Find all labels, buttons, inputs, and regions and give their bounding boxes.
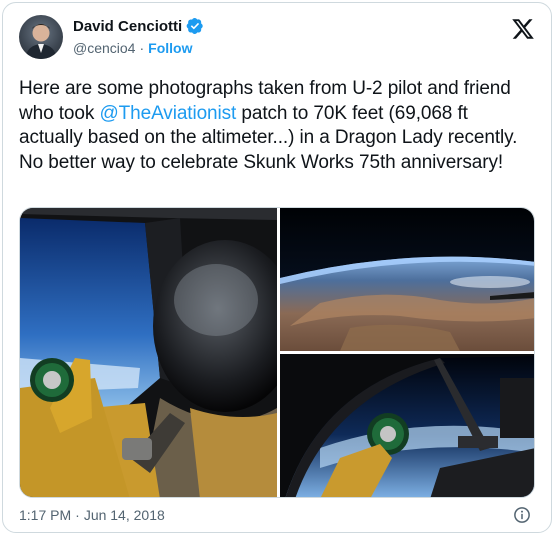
- mention-link[interactable]: @TheAviationist: [99, 103, 236, 124]
- tweet-card: David Cenciotti @cencio4 · Follow Here a…: [2, 2, 552, 533]
- cockpit-helmet-patch-photo[interactable]: [20, 208, 297, 498]
- tweet-date: Jun 14, 2018: [83, 507, 165, 523]
- tweet-time: 1:17 PM: [19, 507, 72, 523]
- author-block: David Cenciotti @cencio4 · Follow: [73, 15, 204, 58]
- earth-curvature-photo[interactable]: [280, 208, 535, 351]
- tweet-text: Here are some photographs taken from U-2…: [19, 77, 534, 175]
- author-handle[interactable]: @cencio4: [73, 40, 135, 56]
- avatar-photo: [25, 24, 57, 59]
- verified-badge-icon: [186, 17, 204, 35]
- avatar[interactable]: [19, 15, 63, 59]
- info-icon[interactable]: [513, 506, 531, 524]
- follow-button[interactable]: Follow: [148, 40, 192, 56]
- author-name[interactable]: David Cenciotti: [73, 18, 182, 35]
- media-grid: [19, 207, 535, 498]
- footer-separator: ·: [75, 507, 80, 523]
- canopy-patch-photo[interactable]: [280, 354, 535, 498]
- separator-dot: ·: [139, 40, 145, 56]
- timestamp[interactable]: 1:17 PM · Jun 14, 2018: [19, 507, 165, 523]
- x-logo-icon[interactable]: [511, 17, 535, 41]
